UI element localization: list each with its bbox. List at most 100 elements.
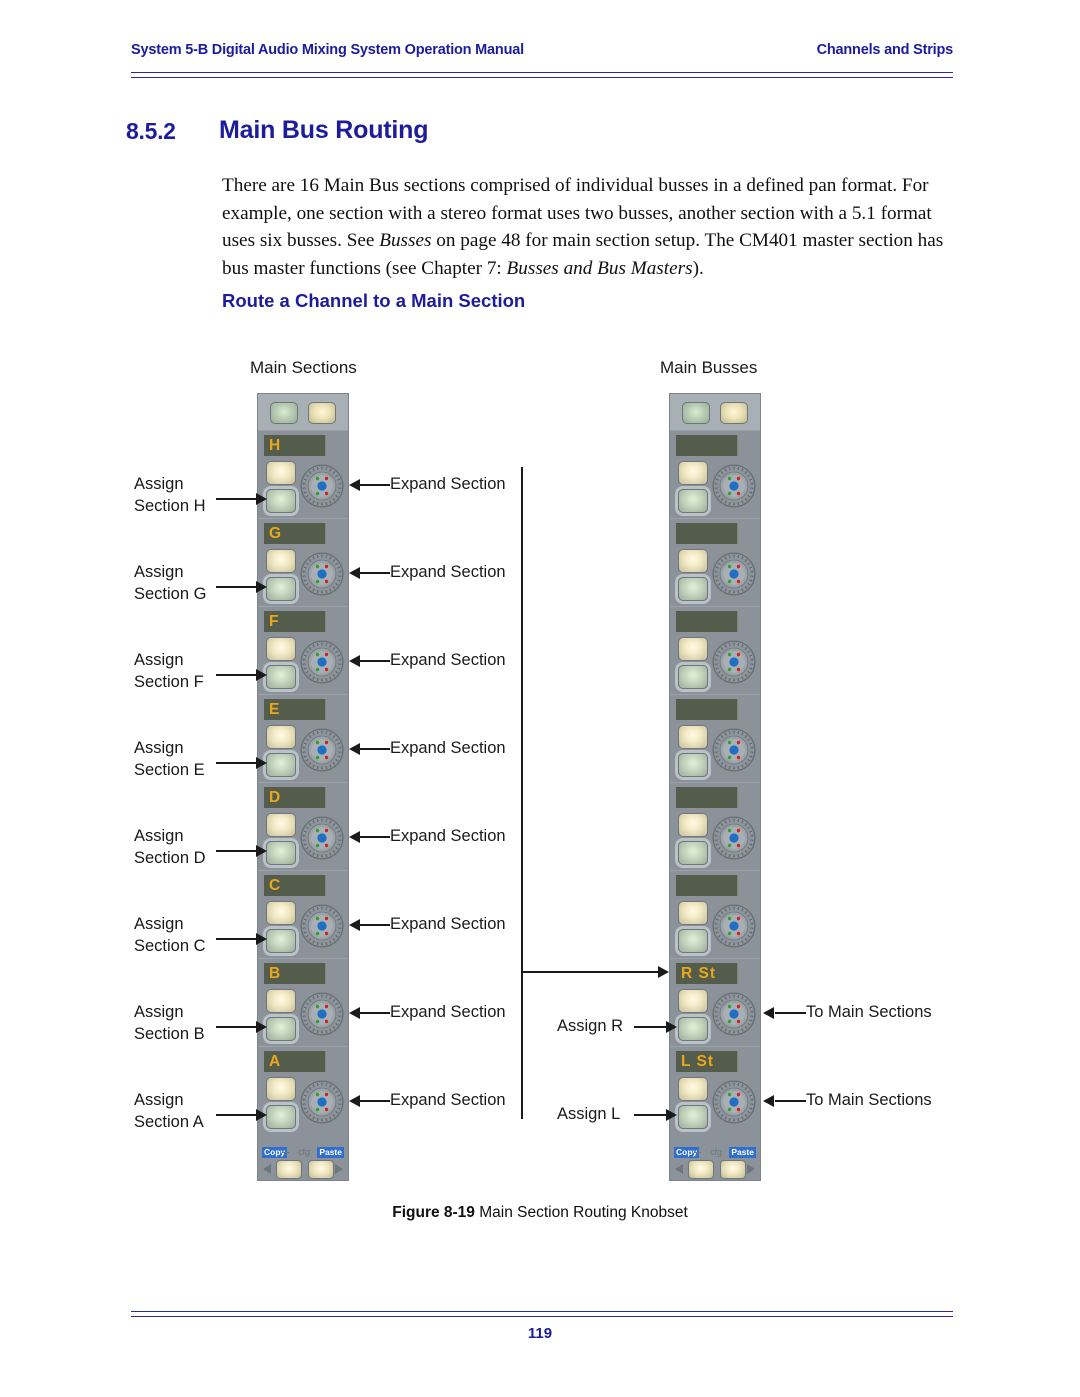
main-section-assign-button[interactable] [266,753,296,777]
panel-footer-button-2[interactable] [308,1160,334,1179]
main-section-expand-button[interactable] [266,637,296,661]
assign-leader-line [216,674,260,676]
main-bus-section-2 [670,518,760,607]
main-bus-assign-button[interactable] [678,577,708,601]
column-label-main-busses: Main Busses [660,358,758,377]
main-section-rotary-knob[interactable] [300,904,344,948]
main-bus-expand-button[interactable] [678,725,708,749]
main-section-expand-button[interactable] [266,725,296,749]
next-arrow-icon-right[interactable] [747,1164,755,1174]
main-section-expand-button[interactable] [266,1077,296,1101]
main-bus-section-5 [670,782,760,871]
main-bus-rotary-knob[interactable] [712,1080,756,1124]
main-section-section-C: C [258,870,348,959]
main-section-assign-button[interactable] [266,489,296,513]
panel-top-amber-button[interactable] [308,402,336,424]
main-section-section-label: H [264,435,326,456]
main-section-rotary-knob[interactable] [300,1080,344,1124]
main-bus-rotary-knob[interactable] [712,904,756,948]
main-bus-section-4 [670,694,760,783]
main-bus-assign-button[interactable] [678,1017,708,1041]
main-section-assign-button[interactable] [266,929,296,953]
main-bus-rotary-knob[interactable] [712,552,756,596]
main-bus-section-label [676,875,738,896]
main-section-expand-button[interactable] [266,813,296,837]
main-section-assign-button[interactable] [266,577,296,601]
main-bus-rotary-knob[interactable] [712,816,756,860]
main-bus-expand-button[interactable] [678,901,708,925]
main-section-assign-button[interactable] [266,665,296,689]
main-busses-knobset-panel: R St L St Copy cfg Paste [670,394,760,1180]
main-bus-expand-button[interactable] [678,989,708,1013]
main-bus-section-3 [670,606,760,695]
expand-leader-line [360,1100,390,1102]
paste-button[interactable]: Paste [317,1147,344,1158]
main-section-expand-button[interactable] [266,549,296,573]
assign-annotation-line1: Assign [134,915,184,933]
main-bus-rotary-knob[interactable] [712,728,756,772]
document-page: System 5-B Digital Audio Mixing System O… [0,0,1080,1397]
expand-leader-line [360,660,390,662]
main-bus-section-1 [670,430,760,519]
main-bus-rotary-knob[interactable] [712,464,756,508]
main-bus-expand-button[interactable] [678,549,708,573]
assign-annotation-r: Assign R [557,1017,624,1035]
assign-leader-line [216,938,260,940]
main-section-assign-button[interactable] [266,1017,296,1041]
panel-footer-button-2-right[interactable] [720,1160,746,1179]
main-section-rotary-knob[interactable] [300,816,344,860]
assign-annotation-line2: Section G [134,585,207,603]
main-section-rotary-knob[interactable] [300,552,344,596]
assign-annotation-f: Assign Section F [134,649,204,693]
expand-leader-line [360,748,390,750]
main-section-rotary-knob[interactable] [300,640,344,684]
main-bus-assign-button[interactable] [678,665,708,689]
figure-caption-text: Main Section Routing Knobset [474,1204,688,1221]
panel-footer-button-1[interactable] [276,1160,302,1179]
expand-arrow-icon [349,743,360,755]
main-section-section-B: B [258,958,348,1047]
main-bus-assign-button[interactable] [678,841,708,865]
main-bus-expand-button[interactable] [678,813,708,837]
paste-button-right[interactable]: Paste [729,1147,756,1158]
main-section-assign-button[interactable] [266,1105,296,1129]
panel-top-amber-button-right[interactable] [720,402,748,424]
main-section-assign-button[interactable] [266,841,296,865]
main-bus-assign-button[interactable] [678,753,708,777]
main-bus-rotary-knob[interactable] [712,640,756,684]
main-bus-expand-button[interactable] [678,461,708,485]
main-bus-assign-button[interactable] [678,1105,708,1129]
main-bus-expand-button[interactable] [678,637,708,661]
main-section-expand-button[interactable] [266,989,296,1013]
prev-arrow-icon-right[interactable] [675,1164,683,1174]
main-section-section-label: B [264,963,326,984]
main-section-rotary-knob[interactable] [300,464,344,508]
main-section-expand-button[interactable] [266,461,296,485]
panel-footer-button-1-right[interactable] [688,1160,714,1179]
main-bus-section-label [676,611,738,632]
main-bus-rotary-knob[interactable] [712,992,756,1036]
panel-top-green-button-right[interactable] [682,402,710,424]
main-section-rotary-knob[interactable] [300,728,344,772]
assign-arrow-icon [256,581,267,593]
main-bus-assign-button[interactable] [678,489,708,513]
main-bus-assign-button[interactable] [678,929,708,953]
expand-arrow-icon [349,567,360,579]
assign-annotation-d: Assign Section D [134,825,206,869]
main-section-expand-button[interactable] [266,901,296,925]
to-main-sections-leader-r [775,1012,806,1014]
main-section-rotary-knob[interactable] [300,992,344,1036]
assign-leader-line [216,762,260,764]
assign-annotation-line2: Section D [134,849,206,867]
prev-arrow-icon[interactable] [263,1164,271,1174]
main-section-section-label: C [264,875,326,896]
next-arrow-icon[interactable] [335,1164,343,1174]
expand-annotation-f: Expand Section [390,651,506,669]
expand-arrow-icon [349,831,360,843]
main-bus-expand-button[interactable] [678,1077,708,1101]
main-bus-section-label [676,435,738,456]
panel-top-green-button[interactable] [270,402,298,424]
main-section-section-E: E [258,694,348,783]
figure-caption-number: Figure 8-19 [392,1204,475,1221]
to-main-sections-arrow-icon-l [763,1095,774,1107]
